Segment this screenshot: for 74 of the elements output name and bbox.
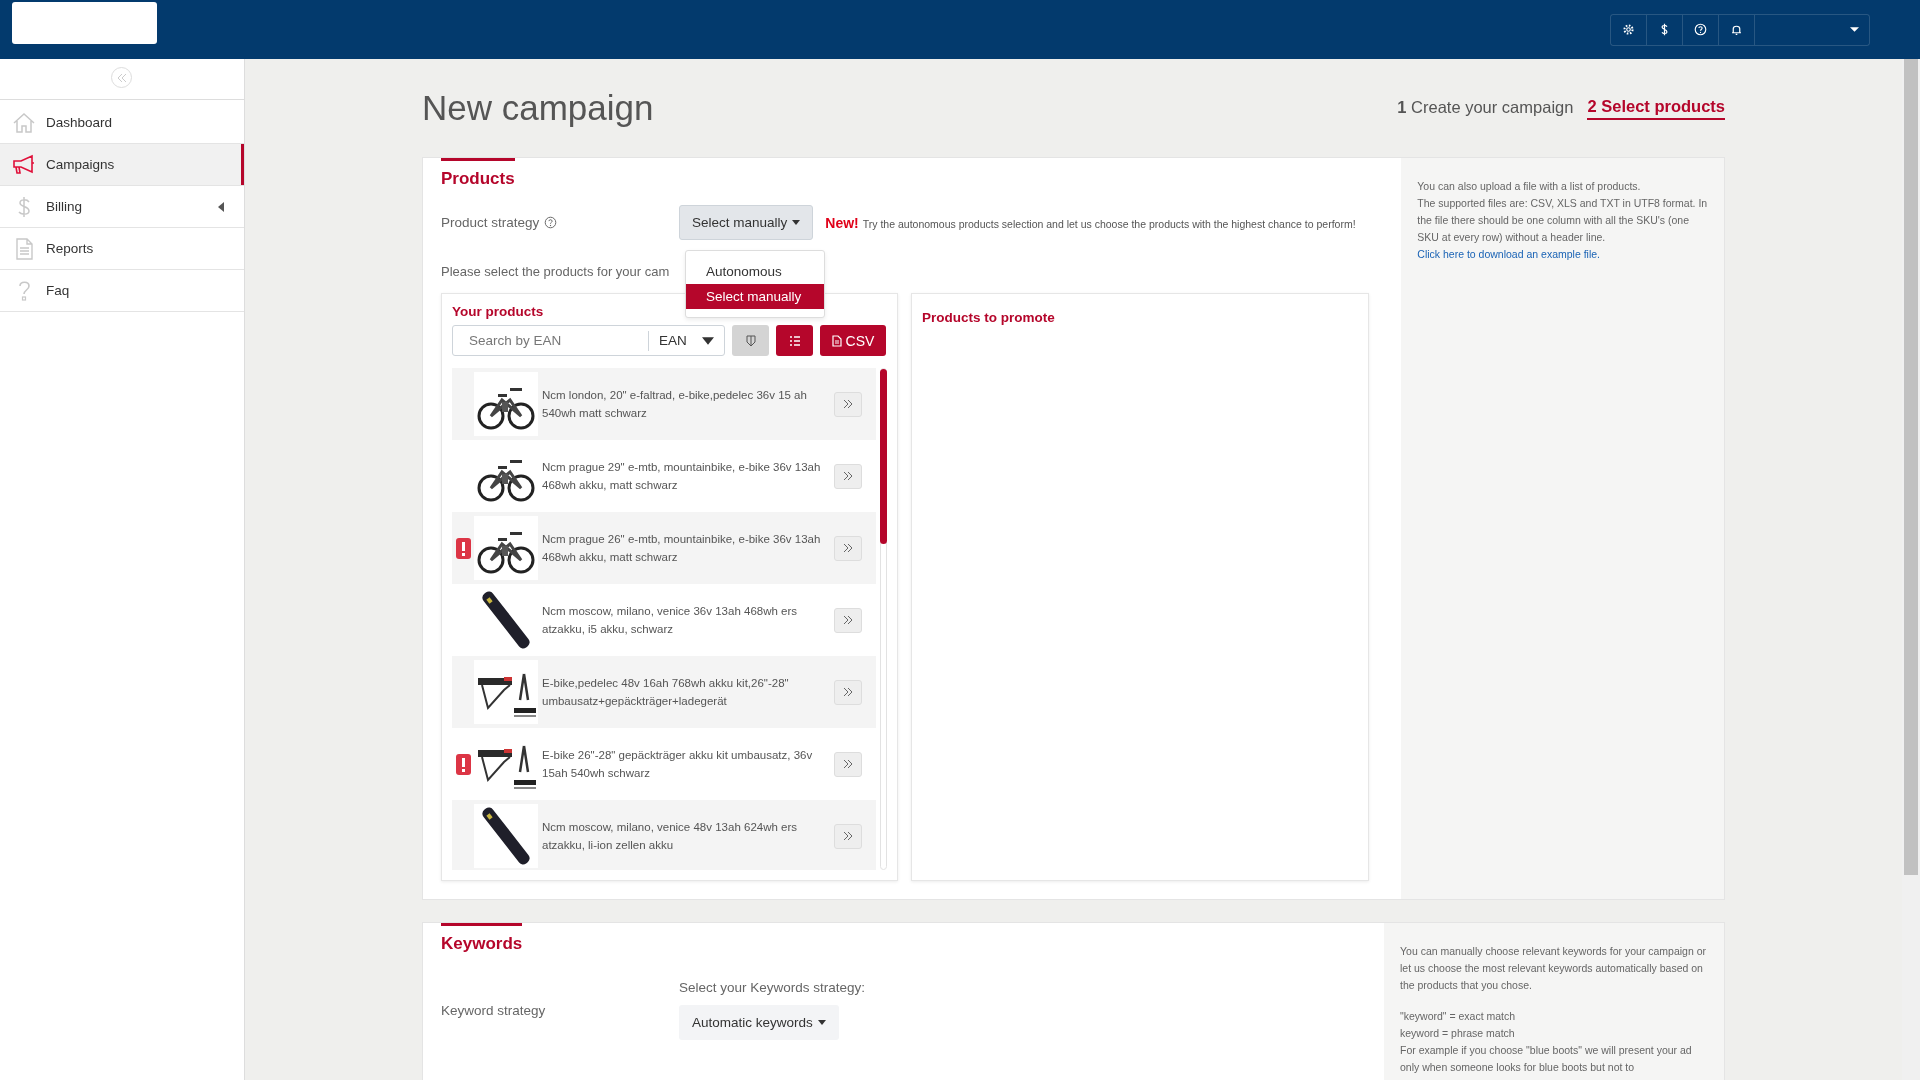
double-chevron-icon bbox=[843, 687, 853, 697]
help-text: You can manually choose relevant keywords for your campaign or let us choose the most relevant keywords automatically based on the products that you chose. bbox=[1400, 944, 1708, 993]
panel-title: Your products bbox=[452, 304, 545, 319]
wizard-step[interactable]: 1 Create your campaign bbox=[1397, 97, 1574, 119]
product-name: Ncm prague 26" e-mtb, mountainbike, e-bike 36v 13ah 468wh akku, matt schwarz bbox=[541, 532, 822, 565]
section-title: Products bbox=[441, 158, 515, 195]
caret-icon bbox=[701, 334, 714, 347]
sidebar-item[interactable]: Reports bbox=[0, 228, 244, 270]
add-button[interactable] bbox=[834, 535, 862, 561]
strategy-dropdown[interactable]: Select manually bbox=[679, 205, 814, 240]
hint-text: Try the autonomous products selection and let us choose the products with the highest chance to perform! bbox=[862, 216, 1357, 231]
caret-icon bbox=[218, 201, 224, 212]
product-row[interactable]: E-bike,pedelec 48v 16ah 768wh akku kit,26"-28" umbausatz+gepäckträger+ladegerät bbox=[452, 656, 876, 728]
field-label: Select your Keywords strategy: bbox=[679, 980, 866, 995]
search-type-dropdown[interactable]: EAN bbox=[648, 330, 728, 351]
menu-item[interactable]: Select manually bbox=[686, 284, 824, 309]
product-name: E-bike,pedelec 48v 16ah 768wh akku kit,26"-28" umbausatz+gepäckträger+ladegerät bbox=[541, 676, 790, 709]
add-button[interactable] bbox=[834, 607, 862, 633]
file-icon bbox=[831, 334, 842, 347]
csv-button[interactable]: CSV bbox=[820, 325, 886, 356]
help-text: "keyword" = exact match bbox=[1400, 1009, 1517, 1024]
list-icon bbox=[788, 334, 801, 347]
product-row[interactable]: Ncm prague 26" e-mtb, mountainbike, e-bike 36v 13ah 468wh akku, matt schwarz bbox=[452, 512, 876, 584]
wizard-step[interactable]: 2 Select products bbox=[1587, 96, 1725, 120]
double-chevron-icon bbox=[843, 471, 853, 481]
search-field[interactable]: Search by EAN EAN bbox=[452, 325, 725, 356]
add-button[interactable] bbox=[834, 463, 862, 489]
field-label: Keyword strategy bbox=[441, 1002, 546, 1018]
instruction-text: Please select the products for your cam bbox=[441, 264, 670, 279]
list-button[interactable] bbox=[776, 325, 813, 356]
product-row[interactable]: Ncm london, 20" e-faltrad, e-bike,pedelec 36v 15 ah 540wh matt schwarz bbox=[452, 368, 876, 440]
section-title: Keywords bbox=[441, 923, 523, 960]
download-link[interactable]: Click here to download an example file. bbox=[1417, 248, 1600, 260]
product-name: Ncm moscow, milano, venice 36v 13ah 468wh ers atzakku, i5 akku, schwarz bbox=[541, 604, 799, 637]
help-text: For example if you choose "blue boots" we will present your ad only when someone looks for blue boots but not to bbox=[1400, 1043, 1693, 1075]
bell-icon bbox=[1730, 23, 1743, 36]
sidebar-item[interactable]: Billing bbox=[0, 186, 244, 228]
product-row[interactable]: Ncm prague 29" e-mtb, mountainbike, e-bike 36v 13ah 468wh akku, matt schwarz bbox=[452, 440, 876, 512]
double-chevron-icon bbox=[843, 831, 853, 841]
help-text: The supported files are: CSV, XLS and TXT in UTF8 format. In the file there should be one column with all the SKU's (one SKU at every row) without a header line. bbox=[1417, 196, 1708, 245]
add-button[interactable] bbox=[834, 751, 862, 777]
double-chevron-icon bbox=[843, 399, 853, 409]
help-text: keyword = phrase match bbox=[1400, 1026, 1516, 1041]
help-icon bbox=[544, 216, 558, 229]
caret-icon bbox=[1850, 27, 1859, 32]
product-row[interactable]: Ncm moscow, milano, venice 48v 13ah 624wh ers atzakku, li-ion zellen akku bbox=[452, 800, 876, 870]
product-name: Ncm london, 20" e-faltrad, e-bike,pedelec 36v 15 ah 540wh matt schwarz bbox=[541, 388, 808, 421]
keywords-dropdown[interactable]: Automatic keywords bbox=[679, 1005, 839, 1040]
double-chevron-icon bbox=[843, 615, 853, 625]
caret-icon bbox=[792, 220, 801, 225]
settings-icon bbox=[1622, 23, 1635, 36]
add-button[interactable] bbox=[834, 823, 862, 849]
sidebar-item[interactable]: Campaigns bbox=[0, 144, 244, 186]
product-name: Ncm prague 29" e-mtb, mountainbike, e-bike 36v 13ah 468wh akku, matt schwarz bbox=[541, 460, 822, 493]
product-row[interactable]: Ncm moscow, milano, venice 36v 13ah 468wh ers atzakku, i5 akku, schwarz bbox=[452, 584, 876, 656]
page-title: New campaign bbox=[422, 88, 655, 128]
product-name: Ncm moscow, milano, venice 48v 13ah 624wh ers atzakku, li-ion zellen akku bbox=[541, 820, 799, 853]
help-text: You can also upload a file with a list of products. bbox=[1417, 179, 1642, 194]
menu-item[interactable]: Autonomous bbox=[686, 259, 824, 284]
double-chevron-icon bbox=[843, 759, 853, 769]
home-icon bbox=[12, 110, 36, 135]
field-label: Product strategy bbox=[441, 215, 540, 230]
product-name: E-bike 26"-28" gepäckträger akku kit umbausatz, 36v 15ah 540wh schwarz bbox=[541, 748, 814, 781]
product-row[interactable]: E-bike 26"-28" gepäckträger akku kit umbausatz, 36v 15ah 540wh schwarz bbox=[452, 728, 876, 800]
help-icon bbox=[1694, 23, 1707, 36]
add-button[interactable] bbox=[834, 679, 862, 705]
sidebar-item[interactable]: Faq bbox=[0, 270, 244, 312]
add-button[interactable] bbox=[834, 391, 862, 417]
caret-icon bbox=[817, 1020, 826, 1025]
double-chevron-icon bbox=[116, 72, 127, 83]
double-chevron-icon bbox=[843, 543, 853, 553]
new-label: New! bbox=[825, 214, 859, 231]
megaphone-icon bbox=[12, 152, 36, 177]
panel-title: Products to promote bbox=[922, 310, 1056, 325]
